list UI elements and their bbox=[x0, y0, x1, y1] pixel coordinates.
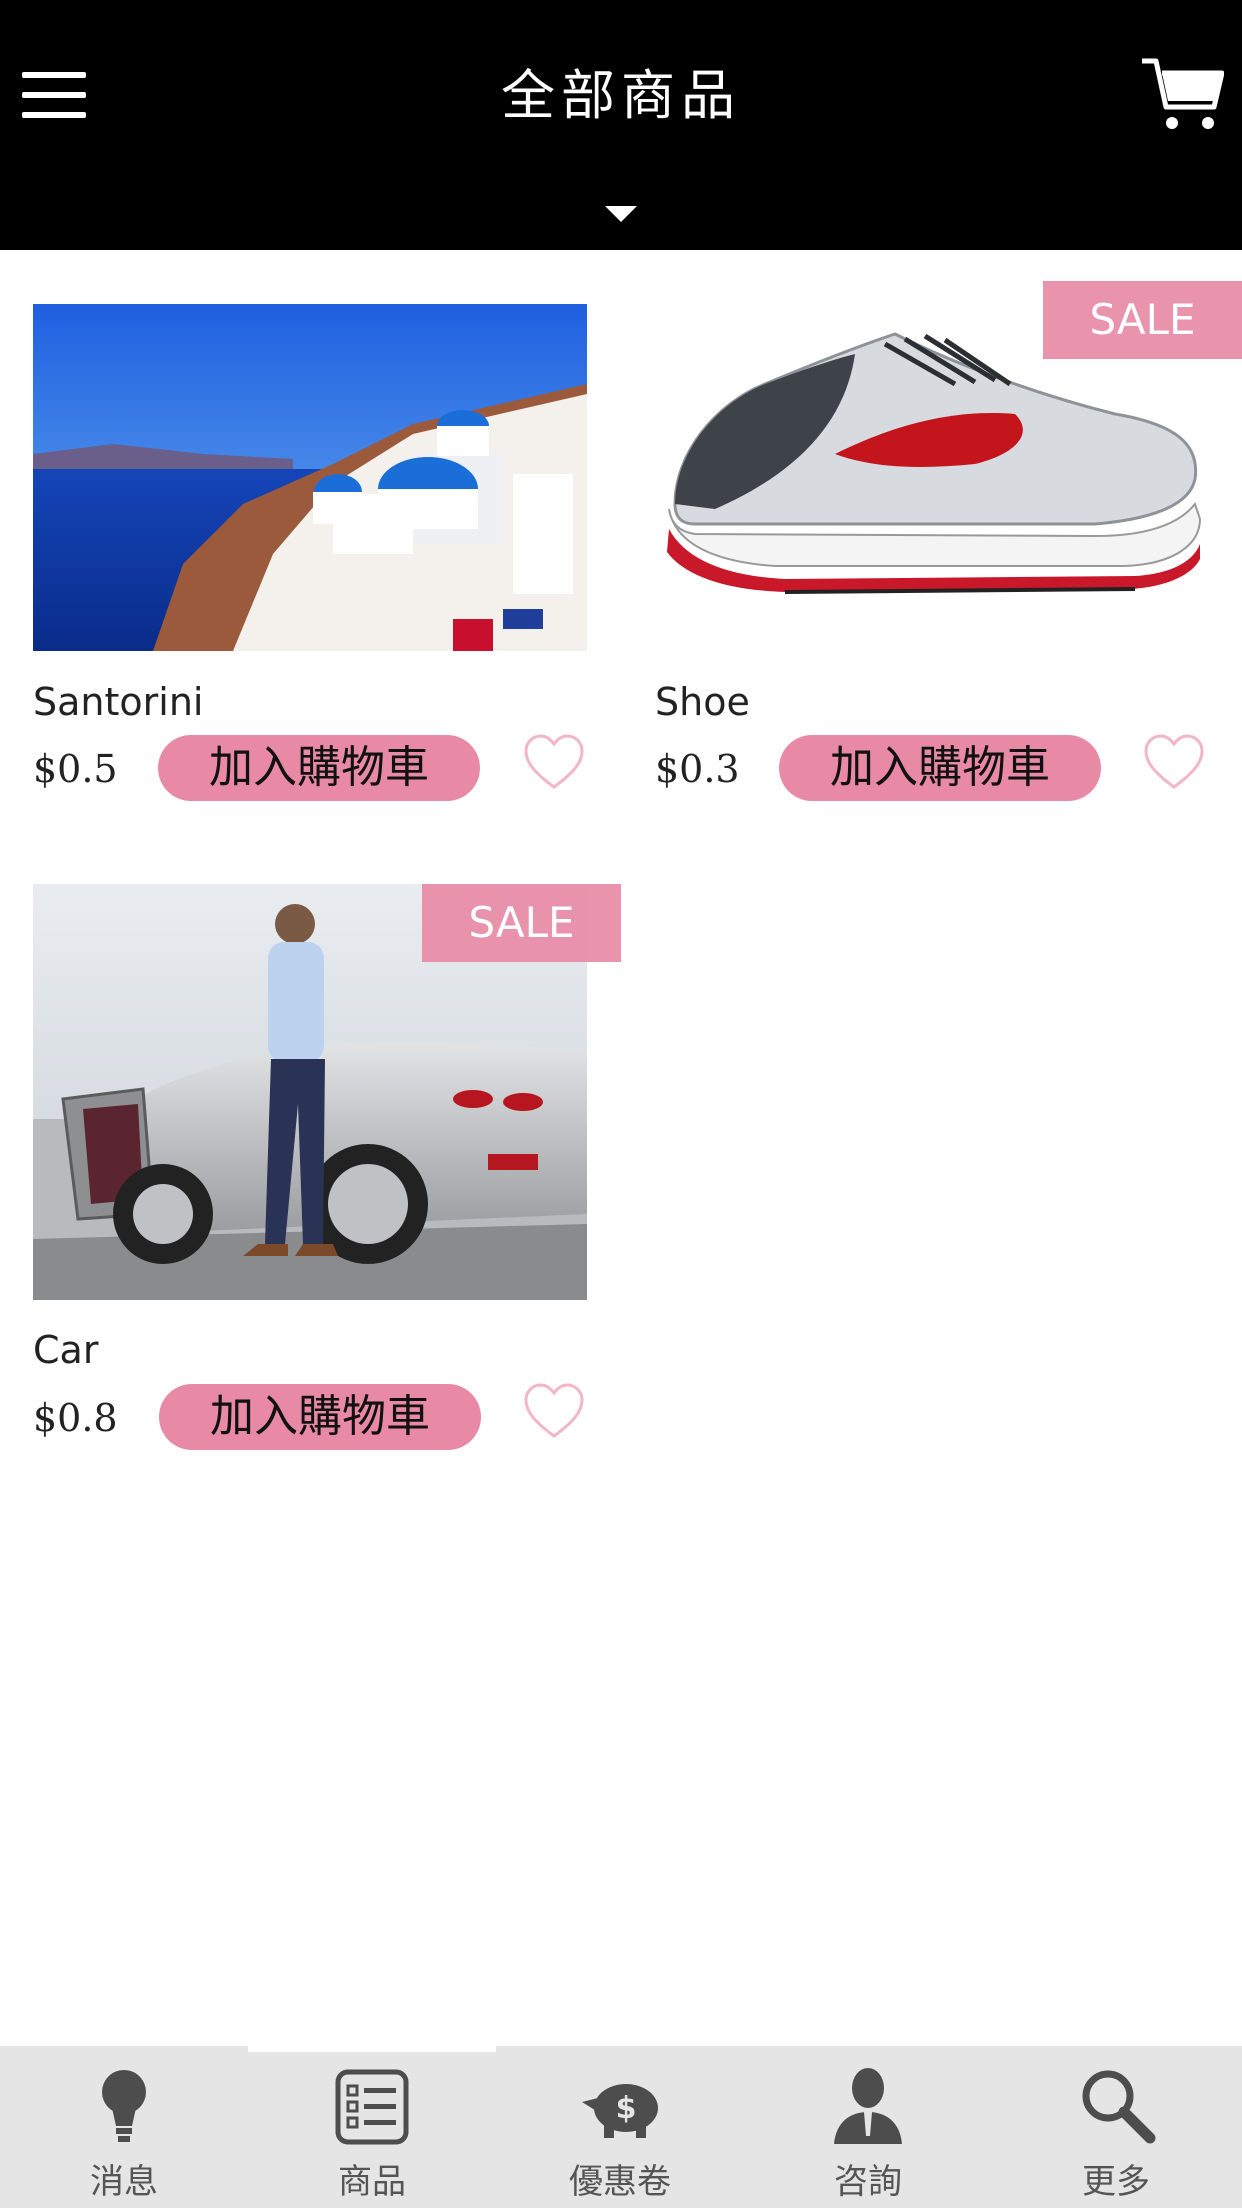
tab-more[interactable]: 更多 bbox=[992, 2046, 1240, 2208]
magnifier-icon bbox=[1082, 2070, 1156, 2144]
product-name: Santorini bbox=[33, 680, 204, 724]
product-price: $0.3 bbox=[655, 747, 740, 791]
shopping-cart-icon[interactable] bbox=[1140, 55, 1224, 135]
heart-icon[interactable] bbox=[522, 1382, 586, 1442]
svg-text:$: $ bbox=[616, 2091, 637, 2126]
tab-label: 消息 bbox=[90, 2162, 158, 2202]
product-price: $0.5 bbox=[33, 747, 118, 791]
add-to-cart-button[interactable]: 加入購物車 bbox=[779, 735, 1101, 801]
piggy-bank-icon: $ bbox=[582, 2084, 658, 2138]
product-price: $0.8 bbox=[33, 1396, 118, 1440]
tab-label: 更多 bbox=[1082, 2162, 1150, 2202]
top-header: 全部商品 bbox=[0, 0, 1242, 250]
tab-coupons[interactable]: $ 優惠卷 bbox=[496, 2046, 744, 2208]
product-name: Car bbox=[33, 1328, 99, 1372]
tab-consult[interactable]: 咨詢 bbox=[744, 2046, 992, 2208]
tab-label: 優惠卷 bbox=[569, 2162, 671, 2202]
tab-products[interactable]: 商品 bbox=[248, 2046, 496, 2208]
lightbulb-icon bbox=[102, 2070, 146, 2142]
heart-icon[interactable] bbox=[1142, 733, 1206, 793]
add-to-cart-button[interactable]: 加入購物車 bbox=[158, 735, 480, 801]
product-name: Shoe bbox=[655, 680, 750, 724]
caret-down-icon[interactable] bbox=[601, 198, 641, 228]
add-to-cart-button[interactable]: 加入購物車 bbox=[159, 1384, 481, 1450]
tab-label: 咨詢 bbox=[834, 2162, 902, 2202]
checklist-icon bbox=[335, 2069, 409, 2145]
santorini-photo[interactable] bbox=[33, 304, 587, 651]
tab-label: 商品 bbox=[338, 2162, 406, 2202]
page-title: 全部商品 bbox=[501, 64, 741, 127]
tab-news[interactable]: 消息 bbox=[0, 2046, 248, 2208]
sale-badge: SALE bbox=[1043, 281, 1242, 359]
sale-badge: SALE bbox=[422, 884, 621, 962]
heart-icon[interactable] bbox=[522, 733, 586, 793]
person-icon bbox=[834, 2068, 902, 2144]
